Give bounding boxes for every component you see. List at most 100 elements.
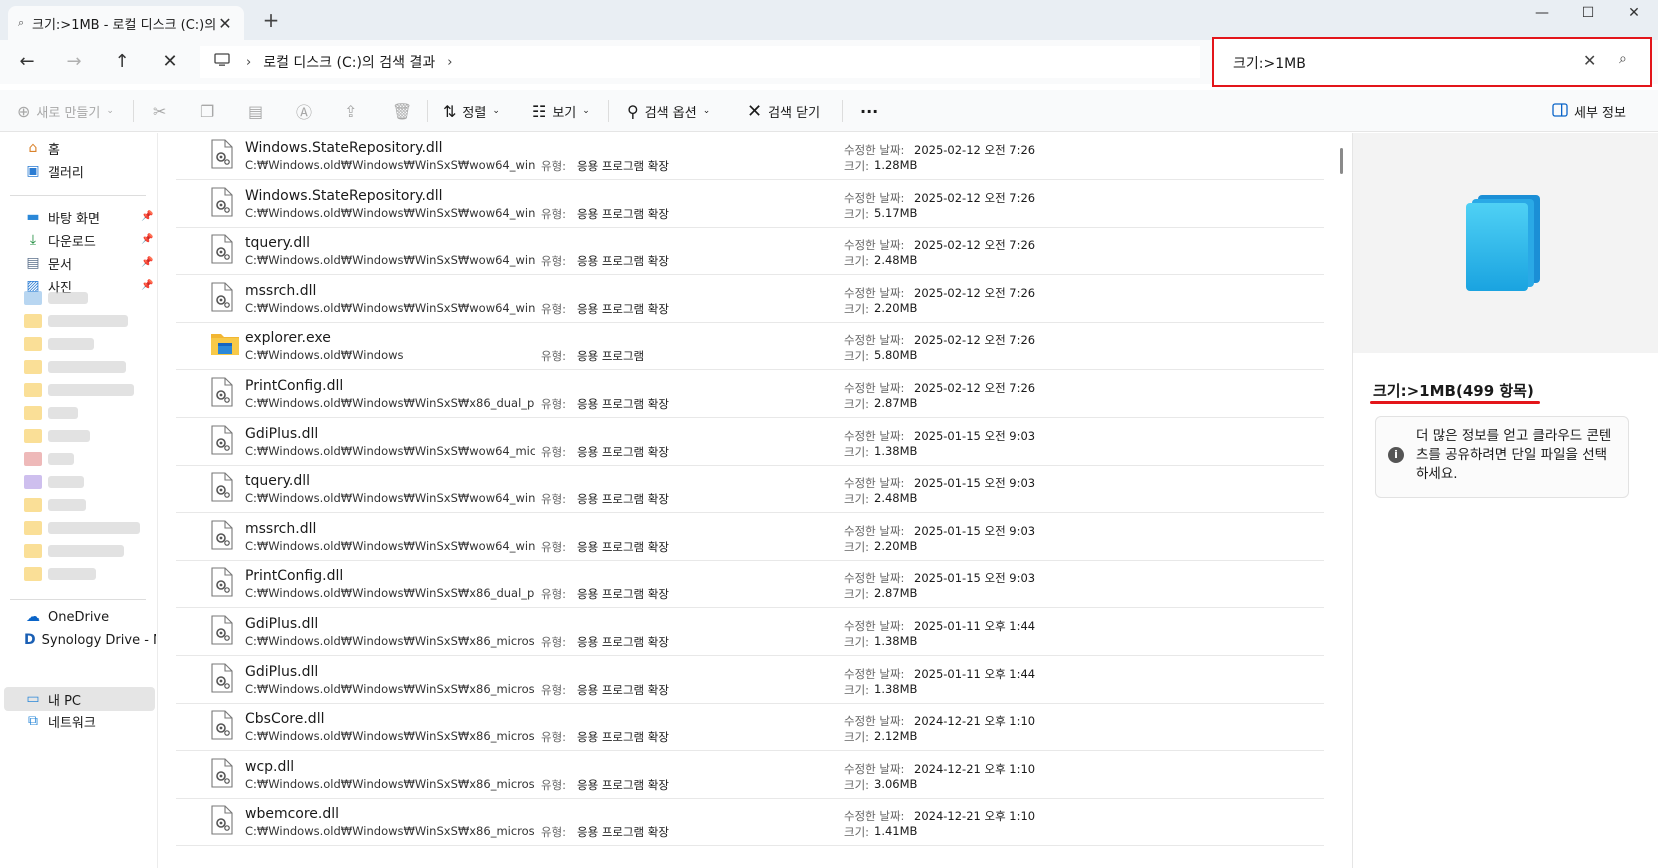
blurred-folder-item[interactable]: [24, 544, 124, 558]
address-bar[interactable]: › 로컬 디스크 (C:)의 검색 결과 ›: [200, 46, 1200, 78]
file-row[interactable]: GdiPlus.dll C:₩Windows.old₩Windows₩WinSxS…: [176, 609, 1324, 656]
file-row[interactable]: Windows.StateRepository.dll C:₩Windows.ol…: [176, 133, 1324, 180]
share-button[interactable]: ⇪: [344, 90, 357, 132]
sidebar-item-this-pc[interactable]: ▭ 내 PC: [24, 688, 81, 710]
sidebar-item-downloads[interactable]: ⤓ 다운로드: [24, 229, 96, 251]
file-row[interactable]: tquery.dll C:₩Windows.old₩Windows₩WinSxS₩…: [176, 228, 1324, 276]
copy-button[interactable]: ❐: [200, 90, 214, 132]
view-button[interactable]: ☷ 보기 ⌄: [532, 90, 590, 132]
date-label: 수정한 날짜:: [844, 666, 905, 681]
file-row[interactable]: GdiPlus.dll C:₩Windows.old₩Windows₩WinSxS…: [176, 657, 1324, 704]
gallery-icon: ▣: [26, 163, 40, 179]
sidebar-item-desktop[interactable]: ▬ 바탕 화면: [24, 206, 100, 228]
file-row[interactable]: CbsCore.dll C:₩Windows.old₩Windows₩WinSxS…: [176, 704, 1324, 752]
delete-button[interactable]: 🗑: [392, 90, 412, 132]
computer-icon: ▭: [26, 691, 40, 707]
minimize-button[interactable]: —: [1519, 0, 1565, 26]
blurred-folder-item[interactable]: [24, 429, 90, 443]
sidebar-item-documents[interactable]: ▤ 문서: [24, 252, 72, 274]
blurred-folder-item[interactable]: [24, 337, 94, 351]
blurred-folder-item[interactable]: [24, 452, 74, 466]
file-row[interactable]: explorer.exe C:₩Windows.old₩Windows 유형: 응용 …: [176, 323, 1324, 371]
blurred-folder-item[interactable]: [24, 314, 128, 328]
breadcrumb-separator-end[interactable]: ›: [447, 55, 452, 70]
rename-button[interactable]: Ⓐ: [296, 90, 312, 132]
blurred-folder-item[interactable]: [24, 567, 96, 581]
file-list: Windows.StateRepository.dll C:₩Windows.ol…: [176, 133, 1324, 868]
breadcrumb-location[interactable]: 로컬 디스크 (C:)의 검색 결과: [263, 52, 435, 72]
file-date: 2025-02-12 오전 7:26: [914, 143, 1036, 157]
sidebar-item-synology[interactable]: D Synology Drive - NAS: [24, 629, 156, 651]
cut-button[interactable]: ✂: [153, 90, 166, 132]
stop-search-button[interactable]: ✕: [155, 48, 185, 76]
search-input[interactable]: 크기:>1MB: [1233, 53, 1306, 73]
more-options-button[interactable]: ···: [860, 90, 878, 132]
sidebar-item-network[interactable]: ⧉ 네트워크: [24, 710, 96, 732]
file-type: 응용 프로그램: [577, 349, 645, 364]
tab-search-results[interactable]: ⌕ 크기:>1MB - 로컬 디스크 (C:)의 ✕: [8, 6, 244, 40]
sidebar-item-home[interactable]: ⌂ 홈: [24, 137, 60, 159]
file-type: 응용 프로그램 확장: [577, 777, 669, 792]
clipboard-icon: ▤: [248, 101, 264, 121]
sidebar-item-label: 내 PC: [48, 693, 82, 709]
sidebar-item-onedrive[interactable]: ☁ OneDrive: [24, 606, 109, 628]
close-search-button[interactable]: ✕ 검색 닫기: [747, 90, 820, 132]
sidebar-item-gallery[interactable]: ▣ 갤러리: [24, 160, 84, 182]
desktop-icon: ▬: [26, 209, 40, 225]
file-row[interactable]: GdiPlus.dll C:₩Windows.old₩Windows₩WinSxS…: [176, 419, 1324, 466]
search-icon[interactable]: ⌕: [1619, 51, 1627, 67]
blurred-folder-item[interactable]: [24, 360, 126, 374]
file-row[interactable]: tquery.dll C:₩Windows.old₩Windows₩WinSxS₩…: [176, 466, 1324, 514]
type-label: 유형:: [541, 730, 567, 745]
file-size: 1.28MB: [874, 158, 918, 172]
sort-button[interactable]: ⇅ 정렬 ⌄: [443, 90, 500, 132]
sort-icon: ⇅: [443, 101, 457, 121]
file-row[interactable]: wbemcore.dll C:₩Windows.old₩Windows₩WinSx…: [176, 799, 1324, 847]
explorer-folder-icon: [210, 329, 239, 359]
file-type: 응용 프로그램 확장: [577, 159, 669, 173]
file-size: 1.38MB: [874, 634, 918, 648]
close-icon: ✕: [747, 100, 763, 122]
blurred-folder-item[interactable]: [24, 498, 86, 512]
clear-search-icon[interactable]: ✕: [1583, 51, 1596, 70]
type-label: 유형:: [541, 777, 567, 792]
file-path: C:₩Windows.old₩Windows₩WinSxS₩wow64_wind…: [245, 158, 535, 172]
navigation-pane: ⌂ 홈 ▣ 갤러리 ▬ 바탕 화면 📌 ⤓ 다운로드 📌 ▤ 문서 📌 ▨ 사진…: [0, 133, 158, 868]
file-row[interactable]: wcp.dll C:₩Windows.old₩Windows₩WinSxS₩x86…: [176, 752, 1324, 799]
blurred-folder-item[interactable]: [24, 521, 140, 535]
paste-button[interactable]: ▤: [248, 90, 263, 132]
blurred-folder-item[interactable]: [24, 291, 88, 305]
search-box[interactable]: 크기:>1MB ✕ ⌕: [1212, 37, 1652, 87]
tab-close-icon[interactable]: ✕: [216, 14, 234, 33]
file-name: mssrch.dll: [245, 520, 317, 537]
file-size: 1.38MB: [874, 681, 918, 696]
new-tab-button[interactable]: +: [260, 10, 282, 32]
back-button[interactable]: ←: [12, 48, 42, 76]
up-button[interactable]: ↑: [107, 48, 137, 76]
file-row[interactable]: mssrch.dll C:₩Windows.old₩Windows₩WinSxS₩…: [176, 514, 1324, 561]
sort-label: 정렬: [462, 105, 487, 121]
new-button[interactable]: ⊕ 새로 만들기 ⌄: [17, 90, 114, 132]
file-row[interactable]: PrintConfig.dll C:₩Windows.old₩Windows₩Wi…: [176, 371, 1324, 418]
info-text: 더 많은 정보를 얻고 클라우드 콘텐츠를 공유하려면 단일 파일을 선택하세요…: [1416, 428, 1612, 482]
divider: [133, 100, 134, 122]
blurred-folder-item[interactable]: [24, 475, 84, 489]
close-window-button[interactable]: ✕: [1611, 0, 1657, 26]
blurred-folder-item[interactable]: [24, 383, 134, 397]
details-pane-icon: [1552, 102, 1568, 121]
forward-button[interactable]: →: [59, 48, 89, 76]
file-size: 5.17MB: [874, 205, 918, 220]
maximize-button[interactable]: ☐: [1565, 0, 1611, 26]
dll-file-icon: [210, 567, 234, 597]
scrollbar-thumb[interactable]: [1340, 148, 1343, 174]
file-row[interactable]: Windows.StateRepository.dll C:₩Windows.ol…: [176, 181, 1324, 228]
date-label: 수정한 날짜:: [844, 285, 905, 300]
blurred-folder-item[interactable]: [24, 406, 78, 420]
search-icon: ⌕: [18, 16, 25, 29]
file-row[interactable]: mssrch.dll C:₩Windows.old₩Windows₩WinSxS₩…: [176, 276, 1324, 323]
details-pane-button[interactable]: 세부 정보: [1552, 90, 1626, 132]
search-options-button[interactable]: ⚲ 검색 옵션 ⌄: [627, 90, 710, 132]
file-row[interactable]: PrintConfig.dll C:₩Windows.old₩Windows₩Wi…: [176, 561, 1324, 609]
file-path: C:₩Windows.old₩Windows₩WinSxS₩wow64_wind…: [245, 491, 535, 506]
sidebar-item-label: 갤러리: [48, 165, 84, 181]
